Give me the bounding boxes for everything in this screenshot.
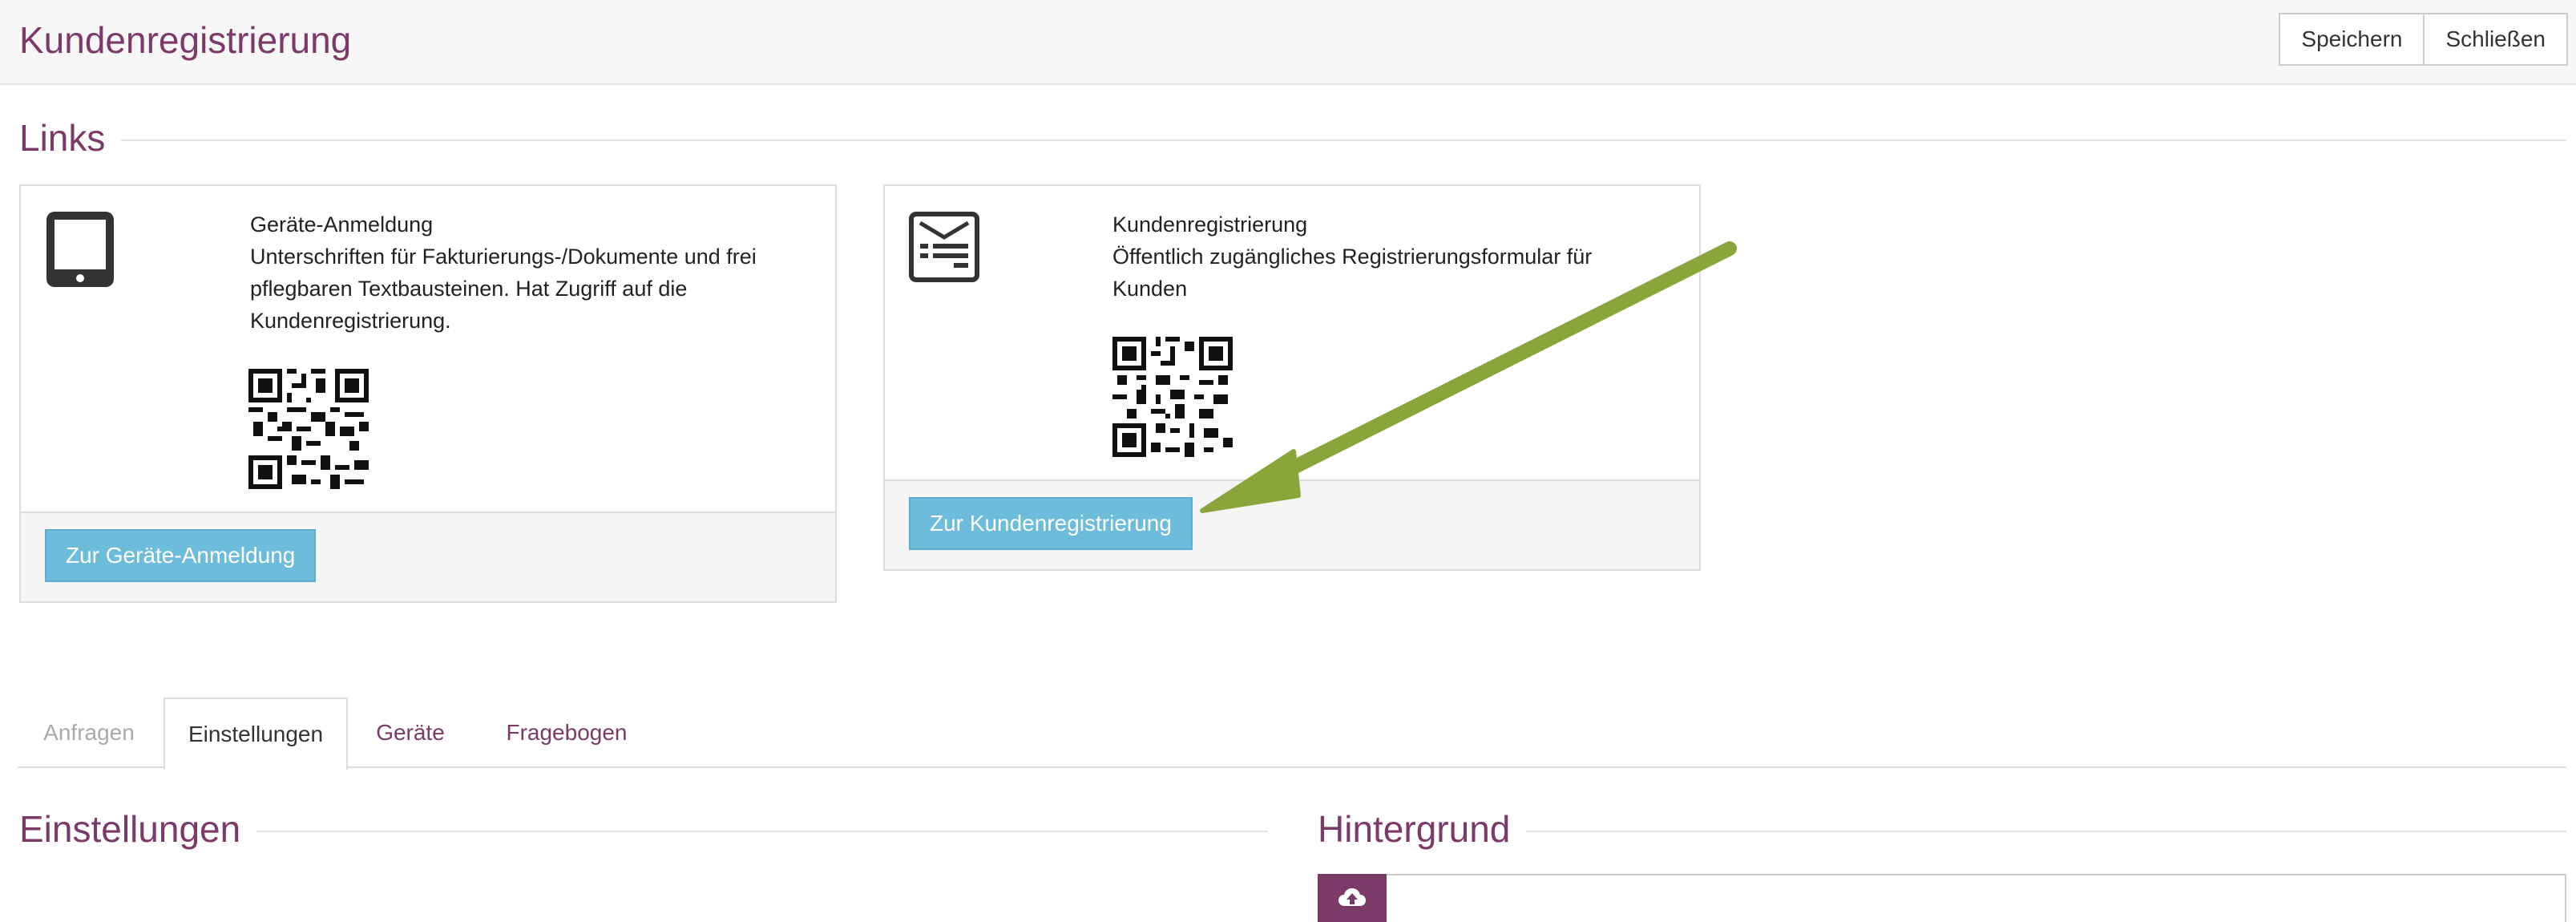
- settings-section-title: Einstellungen: [19, 805, 257, 853]
- tab-einstellungen[interactable]: Einstellungen: [164, 698, 348, 770]
- background-upload-field[interactable]: [1318, 874, 2566, 922]
- upload-button[interactable]: [1318, 874, 1387, 922]
- tab-anfragen[interactable]: Anfragen: [18, 698, 160, 768]
- annotation-arrow: [1200, 241, 1737, 513]
- cloud-upload-icon: [1338, 888, 1366, 906]
- tab-geraete[interactable]: Geräte: [349, 698, 471, 768]
- tab-fragebogen[interactable]: Fragebogen: [474, 698, 659, 768]
- background-section-title: Hintergrund: [1318, 805, 1527, 853]
